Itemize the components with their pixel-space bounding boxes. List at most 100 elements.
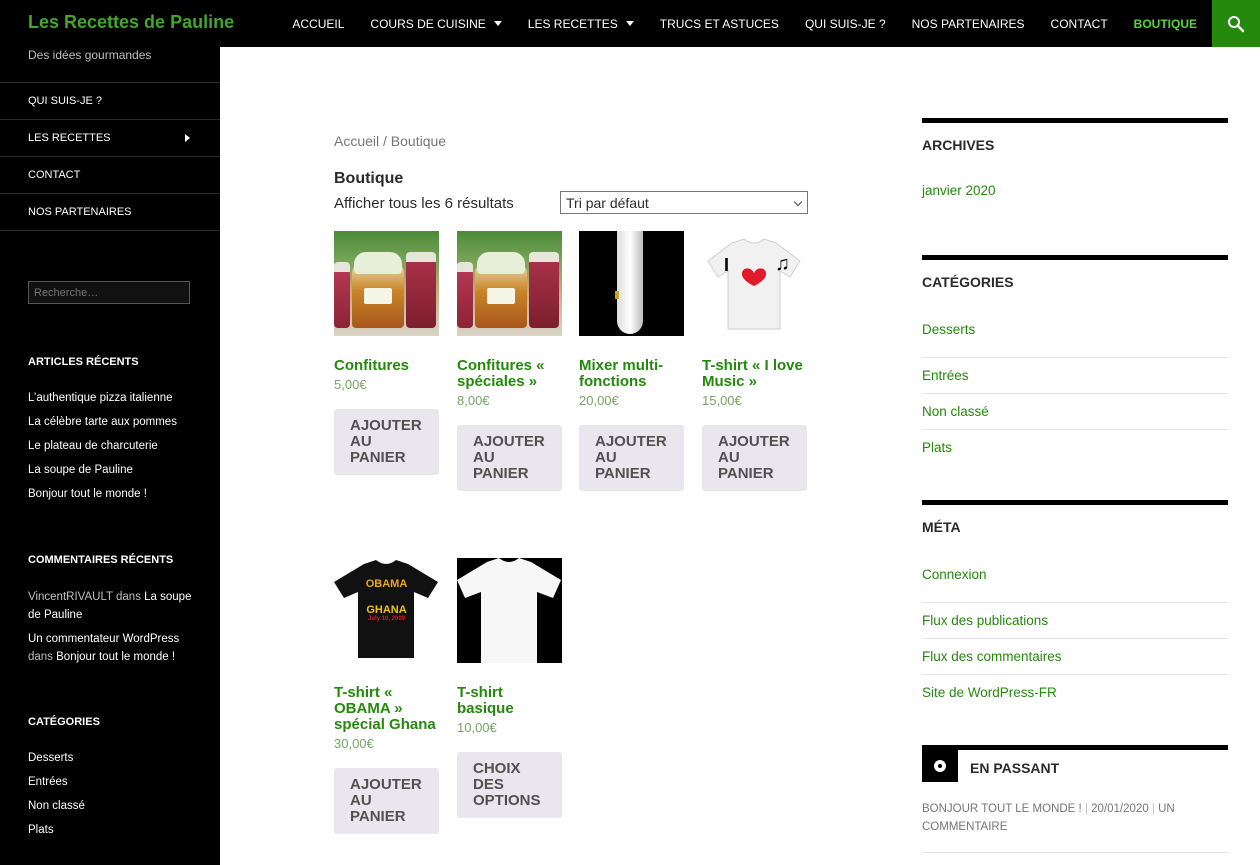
category-link[interactable]: Plats bbox=[922, 430, 1228, 466]
recent-posts-list: L’authentique pizza italienne La célèbre… bbox=[28, 386, 198, 506]
jar-shape bbox=[457, 262, 473, 328]
product-title[interactable]: T-shirt « I love Music » bbox=[702, 358, 807, 390]
categories-widget: CATÉGORIES Desserts Entrées Non classé P… bbox=[922, 255, 1228, 466]
side-menu-label: LES RECETTES bbox=[28, 132, 111, 144]
passant-post-link[interactable]: BONJOUR TOUT LE MONDE ! bbox=[922, 803, 1082, 815]
comment-author-link[interactable]: Un commentateur WordPress bbox=[28, 633, 179, 645]
tshirt-print: July 10, 2009 bbox=[367, 616, 406, 622]
add-to-cart-button[interactable]: AJOUTER AU PANIER bbox=[702, 425, 807, 491]
product-image[interactable] bbox=[457, 231, 562, 336]
nav-boutique[interactable]: BOUTIQUE bbox=[1121, 0, 1210, 47]
side-menu-nos-partenaires[interactable]: NOS PARTENAIRES bbox=[0, 194, 220, 231]
nav-label: CONTACT bbox=[1050, 16, 1108, 31]
mixer-button-shape bbox=[615, 291, 619, 299]
comment-author: VincentRIVAULT bbox=[28, 591, 113, 603]
category-link[interactable]: Entrées bbox=[28, 770, 198, 794]
ordering-select[interactable]: Tri par défaut bbox=[560, 191, 808, 214]
nav-label: LES RECETTES bbox=[527, 16, 618, 31]
passant-date-link[interactable]: 20/01/2020 bbox=[1091, 803, 1149, 815]
passant-badge bbox=[922, 750, 958, 782]
category-link[interactable]: Entrées bbox=[922, 358, 1228, 394]
category-link[interactable]: Plats bbox=[28, 818, 198, 842]
product-title[interactable]: Confitures « spéciales » bbox=[457, 358, 562, 390]
nav-cours-de-cuisine[interactable]: COURS DE CUISINE bbox=[357, 0, 514, 47]
meta-link[interactable]: Site de WordPress-FR bbox=[922, 675, 1228, 711]
recent-post-link[interactable]: Bonjour tout le monde ! bbox=[28, 482, 198, 506]
page-title: Boutique bbox=[334, 170, 404, 187]
meta-link[interactable]: Connexion bbox=[922, 567, 1228, 603]
meta-link[interactable]: Flux des publications bbox=[922, 603, 1228, 639]
product-card: Confitures « spéciales » 8,00€ AJOUTER A… bbox=[457, 231, 562, 491]
comment-post-link[interactable]: Bonjour tout le monde ! bbox=[56, 651, 175, 663]
add-to-cart-button[interactable]: AJOUTER AU PANIER bbox=[334, 768, 439, 834]
caret-right-icon bbox=[185, 134, 190, 142]
product-card: OBAMA GHANA July 10, 2009 T-shirt « OBAM… bbox=[334, 558, 439, 834]
add-to-cart-button[interactable]: AJOUTER AU PANIER bbox=[579, 425, 684, 491]
side-menu-les-recettes[interactable]: LES RECETTES bbox=[0, 120, 220, 157]
meta-separator: | bbox=[1084, 803, 1088, 815]
nav-les-recettes[interactable]: LES RECETTES bbox=[515, 0, 647, 47]
category-link[interactable]: Non classé bbox=[28, 794, 198, 818]
breadcrumb[interactable]: Accueil / Boutique bbox=[334, 133, 446, 149]
product-title[interactable]: T-shirt basique bbox=[457, 685, 562, 717]
select-options-button[interactable]: CHOIX DES OPTIONS bbox=[457, 752, 562, 818]
product-price: 10,00€ bbox=[457, 720, 497, 735]
site-header: Les Recettes de Pauline ACCUEIL COURS DE… bbox=[0, 0, 1260, 47]
product-price: 5,00€ bbox=[334, 377, 367, 392]
mixer-shape bbox=[617, 231, 643, 334]
sidebar-search-input[interactable] bbox=[28, 281, 190, 304]
recent-comments-list: VincentRIVAULT dans La soupe de Pauline … bbox=[28, 588, 198, 672]
side-menu-qui-suis-je[interactable]: QUI SUIS-JE ? bbox=[0, 83, 220, 120]
recent-post-link[interactable]: La célèbre tarte aux pommes bbox=[28, 410, 198, 434]
site-title[interactable]: Les Recettes de Pauline bbox=[28, 12, 234, 33]
recent-post-link[interactable]: Le plateau de charcuterie bbox=[28, 434, 198, 458]
comment-sep: dans bbox=[116, 591, 141, 603]
archive-link[interactable]: janvier 2020 bbox=[922, 183, 1228, 198]
tshirt-icon bbox=[457, 558, 561, 663]
caret-down-icon bbox=[625, 21, 634, 26]
product-image[interactable] bbox=[334, 231, 439, 336]
nav-nos-partenaires[interactable]: NOS PARTENAIRES bbox=[899, 0, 1038, 47]
caret-down-icon bbox=[493, 21, 502, 26]
left-categories-list: Desserts Entrées Non classé Plats bbox=[28, 746, 198, 842]
side-menu-label: QUI SUIS-JE ? bbox=[28, 95, 102, 107]
category-link[interactable]: Desserts bbox=[922, 322, 1228, 358]
product-image[interactable]: OBAMA GHANA July 10, 2009 bbox=[334, 558, 439, 663]
nav-label: QUI SUIS-JE ? bbox=[804, 16, 886, 31]
primary-nav: ACCUEIL COURS DE CUISINE LES RECETTES TR… bbox=[279, 0, 1210, 47]
product-price: 8,00€ bbox=[457, 393, 490, 408]
chevron-down-icon bbox=[793, 197, 803, 207]
jar-shape bbox=[529, 252, 559, 328]
product-title[interactable]: T-shirt « OBAMA » spécial Ghana bbox=[334, 685, 439, 733]
result-count: Afficher tous les 6 résultats bbox=[334, 195, 514, 212]
ordering-value: Tri par défaut bbox=[566, 194, 649, 211]
category-link[interactable]: Desserts bbox=[28, 746, 198, 770]
category-link[interactable]: Non classé bbox=[922, 394, 1228, 430]
recent-post-link[interactable]: La soupe de Pauline bbox=[28, 458, 198, 482]
product-image[interactable] bbox=[579, 231, 684, 336]
meta-title: MÉTA bbox=[922, 519, 961, 535]
nav-label: TRUCS ET ASTUCES bbox=[659, 16, 779, 31]
tshirt-icon bbox=[707, 238, 801, 330]
recent-post-link[interactable]: L’authentique pizza italienne bbox=[28, 386, 198, 410]
search-icon bbox=[1228, 15, 1245, 32]
recent-comments-title: COMMENTAIRES RÉCENTS bbox=[28, 554, 174, 566]
meta-link[interactable]: Flux des commentaires bbox=[922, 639, 1228, 675]
right-categories-list: Desserts Entrées Non classé Plats bbox=[922, 322, 1228, 466]
add-to-cart-button[interactable]: AJOUTER AU PANIER bbox=[334, 409, 439, 475]
nav-contact[interactable]: CONTACT bbox=[1038, 0, 1121, 47]
product-title[interactable]: Mixer multi-fonctions bbox=[579, 358, 684, 390]
product-price: 30,00€ bbox=[334, 736, 374, 751]
search-toggle-button[interactable] bbox=[1212, 0, 1260, 47]
product-title[interactable]: Confitures bbox=[334, 358, 439, 374]
nav-qui-suis-je[interactable]: QUI SUIS-JE ? bbox=[792, 0, 899, 47]
product-image[interactable]: I ♫ bbox=[702, 231, 807, 336]
product-image[interactable] bbox=[457, 558, 562, 663]
add-to-cart-button[interactable]: AJOUTER AU PANIER bbox=[457, 425, 562, 491]
record-icon bbox=[934, 760, 946, 772]
nav-accueil[interactable]: ACCUEIL bbox=[279, 0, 357, 47]
product-card: T-shirt basique 10,00€ CHOIX DES OPTIONS bbox=[457, 558, 562, 818]
nav-trucs-et-astuces[interactable]: TRUCS ET ASTUCES bbox=[647, 0, 792, 47]
side-menu-contact[interactable]: CONTACT bbox=[0, 157, 220, 194]
jar-shape bbox=[352, 252, 404, 328]
